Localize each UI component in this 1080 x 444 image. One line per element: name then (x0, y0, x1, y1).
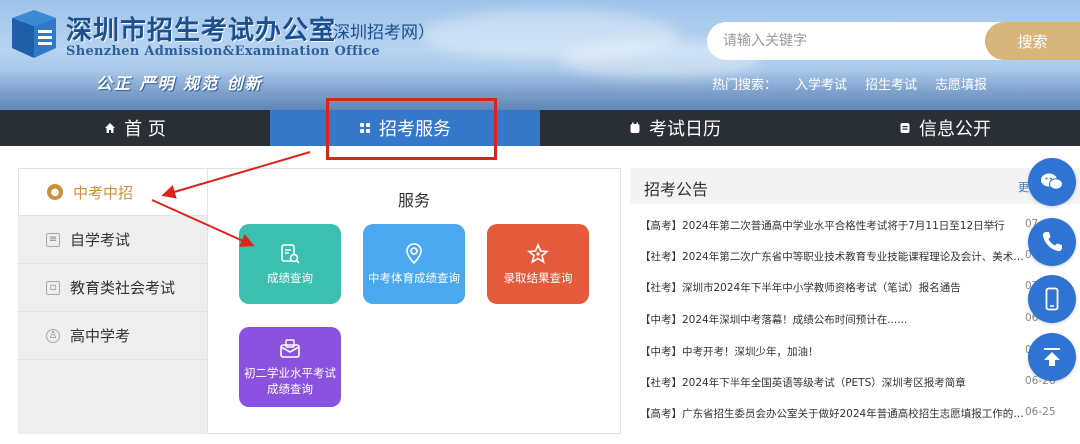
services-panel: 服务 成绩查询 中考体育成绩查询 录取结果查询 初二学业水平考试 成绩查询 (207, 168, 621, 434)
notice-text: 【社考】2024年第二次广东省中等职业技术教育专业技能课程理论及会计、美术基..… (640, 251, 1025, 263)
nav-item-label: 考试日历 (649, 119, 721, 140)
notice-item[interactable]: 【高考】广东省招生委员会办公室关于做好2024年普通高校招生志愿填报工作的通..… (640, 406, 1068, 422)
score-query-tile[interactable]: 成绩查询 (239, 224, 341, 304)
nav-item-label: 信息公开 (919, 119, 991, 140)
nav-item-info[interactable]: 信息公开 (810, 110, 1080, 146)
tile-label-line: 成绩查询 (267, 381, 313, 396)
notice-text: 【高考】广东省招生委员会办公室关于做好2024年普通高校招生志愿填报工作的通..… (640, 408, 1025, 420)
document-search-icon (281, 243, 300, 264)
notice-item[interactable]: 【中考】2024年深圳中考落幕！成绩公布时间预计在...... 06- (640, 312, 1068, 328)
book-icon: ▫ (46, 280, 60, 295)
nav-item-calendar[interactable]: 考试日历 (540, 110, 810, 146)
calendar-icon (630, 122, 640, 133)
slogan: 公正 严明 规范 创新 (96, 74, 263, 93)
sidebar-item-education-exam[interactable]: ▫ 教育类社会考试 (18, 264, 208, 312)
main-nav: 首 页 招考服务 考试日历 信息公开 (0, 110, 1080, 146)
logo-icon (12, 10, 56, 58)
site-title-english: Shenzhen Admission&Examination Office (66, 44, 380, 59)
badge-icon: ● (47, 184, 63, 200)
search-box: 搜索 (707, 22, 1080, 60)
search-button[interactable]: 搜索 (985, 22, 1080, 60)
star-icon (526, 242, 550, 264)
highlight-box (326, 98, 497, 160)
notice-title: 招考公告 (644, 180, 709, 199)
notice-date: 06-25 (1025, 406, 1056, 418)
mobile-button[interactable] (1028, 275, 1076, 323)
sidebar: ● 中考中招 ≡ 自学考试 ▫ 教育类社会考试 ♙ 高中学考 (18, 168, 208, 434)
notice-header: 招考公告 更 (630, 168, 1080, 204)
pe-score-query-tile[interactable]: 中考体育成绩查询 (363, 224, 465, 304)
hot-search: 热门搜索： 入学考试 招生考试 志愿填报 (712, 74, 987, 93)
notice-text: 【社考】深圳市2024年下半年中小学教师资格考试（笔试）报名通告 (640, 282, 961, 294)
hot-search-label: 热门搜索： (712, 78, 778, 93)
notice-text: 【社考】2024年下半年全国英语等级考试（PETS）深圳考区报考简章 (640, 377, 966, 389)
tile-label: 初二学业水平考试 成绩查询 (244, 366, 336, 397)
mobile-icon (1045, 287, 1059, 311)
book-icon: ≡ (46, 232, 60, 247)
tile-label: 成绩查询 (267, 270, 313, 285)
services-title: 服务 (397, 191, 430, 210)
notice-text: 【中考】2024年深圳中考落幕！成绩公布时间预计在...... (640, 314, 908, 326)
nav-item-home[interactable]: 首 页 (0, 110, 270, 146)
tile-label-line: 初二学业水平考试 (244, 365, 336, 380)
wechat-icon (1041, 173, 1063, 190)
notice-item[interactable]: 【高考】2024年第二次普通高中学业水平合格性考试将于7月11日至12日举行 0… (640, 218, 1068, 234)
sidebar-item-zhongkao[interactable]: ● 中考中招 (18, 168, 208, 216)
sidebar-item-label: 教育类社会考试 (70, 279, 176, 297)
sidebar-item-label: 中考中招 (73, 183, 134, 202)
admission-result-tile[interactable]: 录取结果查询 (487, 224, 589, 304)
tile-label: 录取结果查询 (503, 270, 573, 285)
nav-item-label: 首 页 (124, 119, 166, 140)
phone-button[interactable] (1028, 218, 1076, 266)
envelope-icon (280, 339, 300, 358)
site-title[interactable]: 深圳市招生考试办公室 (66, 10, 336, 47)
phone-icon (1042, 232, 1062, 252)
site-header: 深圳市招生考试办公室 （深圳招考网） Shenzhen Admission&Ex… (0, 0, 1080, 110)
tile-label: 中考体育成绩查询 (368, 270, 460, 285)
back-to-top-icon (1044, 348, 1060, 366)
site-subtitle: （深圳招考网） (316, 23, 435, 43)
notice-item[interactable]: 【社考】2024年下半年全国英语等级考试（PETS）深圳考区报考简章 06-26 (640, 375, 1068, 391)
notice-item[interactable]: 【中考】中考开考！深圳少年，加油！ 06 (640, 344, 1068, 360)
sidebar-item-high-school[interactable]: ♙ 高中学考 (18, 312, 208, 360)
notice-text: 【中考】中考开考！深圳少年，加油！ (640, 346, 819, 358)
notice-text: 【高考】2024年第二次普通高中学业水平合格性考试将于7月11日至12日举行 (640, 220, 1005, 232)
sidebar-item-self-study[interactable]: ≡ 自学考试 (18, 216, 208, 264)
person-icon: ♙ (46, 328, 60, 343)
grade8-exam-score-tile[interactable]: 初二学业水平考试 成绩查询 (239, 327, 341, 407)
notice-panel: 招考公告 更 【高考】2024年第二次普通高中学业水平合格性考试将于7月11日至… (630, 168, 1080, 444)
wechat-button[interactable] (1028, 158, 1076, 206)
location-search-icon (406, 242, 422, 264)
hot-link[interactable]: 招生考试 (865, 74, 917, 93)
sidebar-item-label: 高中学考 (70, 327, 131, 345)
hot-link[interactable]: 入学考试 (795, 74, 847, 93)
sidebar-item-label: 自学考试 (70, 231, 131, 249)
notice-item[interactable]: 【社考】2024年第二次广东省中等职业技术教育专业技能课程理论及会计、美术基..… (640, 249, 1068, 265)
notice-item[interactable]: 【社考】深圳市2024年下半年中小学教师资格考试（笔试）报名通告 07 (640, 280, 1068, 296)
home-icon (105, 123, 116, 133)
hot-link[interactable]: 志愿填报 (935, 74, 987, 93)
search-input[interactable] (707, 22, 997, 60)
info-icon (900, 123, 910, 133)
back-to-top-button[interactable] (1028, 333, 1076, 381)
